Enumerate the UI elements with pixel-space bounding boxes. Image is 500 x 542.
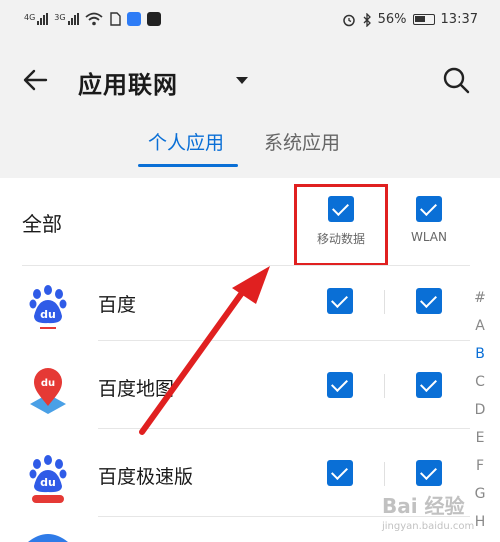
battery-percent: 56% — [377, 12, 407, 27]
divider — [98, 340, 470, 341]
mobile-data-column-header: 移动数据 — [301, 196, 381, 247]
wlan-checkbox[interactable] — [416, 372, 442, 398]
app-name: 百度 — [98, 294, 137, 316]
wlan-all-checkbox[interactable] — [416, 196, 442, 222]
divider — [22, 265, 470, 266]
status-bar: 4G 3G 56% 13:37 — [0, 8, 500, 32]
active-tab-indicator — [138, 164, 238, 167]
divider — [98, 428, 470, 429]
sim-icon — [109, 12, 121, 26]
search-icon[interactable] — [440, 64, 472, 96]
tab-personal-apps[interactable]: 个人应用 — [148, 128, 224, 155]
baidu-icon: du — [22, 280, 74, 332]
all-label: 全部 — [22, 212, 62, 236]
wifi-icon — [85, 12, 103, 26]
battery-icon — [412, 14, 435, 25]
mobile-data-all-checkbox[interactable] — [328, 196, 354, 222]
caret-down-icon[interactable] — [232, 70, 252, 90]
column-separator — [384, 290, 385, 314]
back-arrow-icon[interactable] — [20, 64, 52, 96]
baidu-lite-icon: du — [22, 452, 74, 504]
column-separator — [384, 374, 385, 398]
tiktok-icon — [146, 12, 161, 26]
index-f[interactable]: F — [470, 458, 490, 486]
mobile-data-checkbox[interactable] — [327, 372, 353, 398]
status-left: 4G 3G — [24, 12, 161, 26]
list-item[interactable]: du 百度地图 — [0, 352, 470, 438]
page-title: 应用联网 — [78, 71, 178, 99]
mobile-data-checkbox[interactable] — [327, 460, 353, 486]
notification-app-icon — [126, 12, 141, 26]
wlan-checkbox[interactable] — [416, 460, 442, 486]
signal-1-icon: 4G — [24, 13, 49, 25]
clock: 13:37 — [440, 12, 478, 27]
title-bar: 应用联网 — [0, 56, 500, 104]
app-name: 百度地图 — [98, 378, 175, 400]
svg-text:du: du — [40, 308, 56, 321]
index-c[interactable]: C — [470, 374, 490, 402]
tab-bar: 个人应用 系统应用 — [0, 128, 500, 178]
index-hash[interactable]: # — [470, 290, 490, 318]
watermark-url: jingyan.baidu.com — [382, 521, 475, 532]
svg-text:du: du — [40, 476, 56, 489]
select-all-row: 全部 移动数据 WLAN — [0, 178, 500, 266]
wlan-column-header: WLAN — [389, 196, 469, 244]
baidu-map-icon: du — [22, 364, 74, 416]
status-right: 56% 13:37 — [342, 12, 478, 27]
tab-system-apps[interactable]: 系统应用 — [264, 128, 340, 155]
signal-2-icon: 3G — [54, 13, 79, 25]
index-d[interactable]: D — [470, 402, 490, 430]
list-item[interactable]: du 百度 — [0, 268, 470, 354]
watermark: Bai 经验 jingyan.baidu.com — [382, 490, 492, 534]
next-app-icon — [28, 534, 68, 542]
index-a[interactable]: A — [470, 318, 490, 346]
mobile-data-checkbox[interactable] — [327, 288, 353, 314]
mobile-data-label: 移动数据 — [316, 232, 365, 246]
svg-text:du: du — [41, 378, 55, 389]
app-name: 百度极速版 — [98, 466, 194, 488]
index-e[interactable]: E — [470, 430, 490, 458]
bluetooth-icon — [363, 12, 371, 27]
wlan-label: WLAN — [410, 230, 447, 244]
watermark-brand: Bai 经验 — [382, 494, 465, 518]
alarm-icon — [342, 14, 355, 26]
wlan-checkbox[interactable] — [416, 288, 442, 314]
column-separator — [384, 462, 385, 486]
index-b[interactable]: B — [470, 346, 490, 374]
